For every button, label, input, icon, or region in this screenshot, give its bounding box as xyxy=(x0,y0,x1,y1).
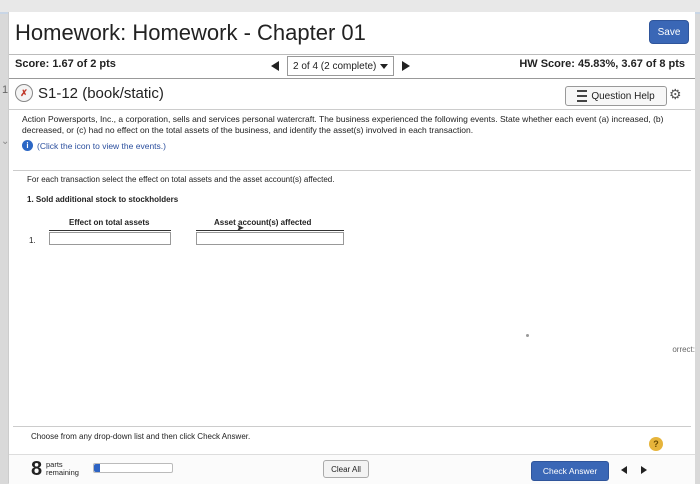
view-events-link[interactable]: i (Click the icon to view the events.) xyxy=(22,140,166,151)
footer-bar: 8 parts remaining Clear All Check Answer xyxy=(9,454,695,484)
pager-text: 2 of 4 (2 complete) xyxy=(293,60,377,72)
choose-instruction: Choose from any drop-down list and then … xyxy=(31,432,251,441)
instruction-text: For each transaction select the effect o… xyxy=(27,175,335,184)
divider xyxy=(13,170,691,171)
gear-icon[interactable]: ⚙ xyxy=(669,86,682,103)
next-part-icon[interactable] xyxy=(641,466,647,474)
question-id: S1-12 (book/static) xyxy=(38,84,164,102)
row-number: 1. xyxy=(29,236,36,245)
page-title: Homework: Homework - Chapter 01 xyxy=(15,20,366,45)
column-underline xyxy=(196,230,344,231)
score-label: Score: xyxy=(15,58,50,70)
hw-score-value: 45.83%, 3.67 of 8 pts xyxy=(578,58,685,70)
score-value: 1.67 of 2 pts xyxy=(52,58,116,70)
divider xyxy=(9,109,695,110)
question-pager: 2 of 4 (2 complete) xyxy=(271,56,411,76)
asset-account-dropdown[interactable] xyxy=(196,232,344,245)
side-mark: 1 xyxy=(2,84,9,96)
progress-bar xyxy=(93,463,173,473)
previous-part-icon[interactable] xyxy=(621,466,627,474)
divider xyxy=(9,78,695,79)
hw-score-display: HW Score: 45.83%, 3.67 of 8 pts xyxy=(519,58,685,70)
column-underline xyxy=(49,230,171,231)
question-description: Action Powersports, Inc., a corporation,… xyxy=(22,114,664,135)
parts-label: parts remaining xyxy=(46,461,79,477)
transaction-text: 1. Sold additional stock to stockholders xyxy=(27,195,179,204)
question-selector[interactable]: 2 of 4 (2 complete) xyxy=(287,56,395,76)
chevron-down-icon xyxy=(380,63,389,69)
divider xyxy=(13,426,691,427)
column-header-effect: Effect on total assets xyxy=(69,218,150,227)
check-answer-button[interactable]: Check Answer xyxy=(531,461,609,481)
partial-credit-icon: ✗ xyxy=(15,84,33,102)
column-header-account: Asset account(s) affected xyxy=(214,218,312,227)
score-display: Score: 1.67 of 2 pts xyxy=(15,58,116,70)
progress-fill xyxy=(94,464,101,472)
side-status-text: orrect: xyxy=(672,345,695,354)
homework-panel: Homework: Homework - Chapter 01 Save Sco… xyxy=(1,12,695,484)
parts-count: 8 xyxy=(31,458,43,480)
effect-dropdown[interactable] xyxy=(49,232,171,245)
help-icon[interactable]: ? xyxy=(649,437,663,451)
next-question-icon[interactable] xyxy=(402,61,411,71)
question-help-label: Question Help xyxy=(591,90,655,102)
clear-all-button[interactable]: Clear All xyxy=(323,460,369,478)
chevron-down-icon[interactable]: ⌄ xyxy=(1,136,9,147)
save-button[interactable]: Save xyxy=(649,20,689,44)
parts-label-line2: remaining xyxy=(46,468,79,477)
list-icon xyxy=(577,90,588,102)
question-header: ✗ S1-12 (book/static) xyxy=(15,84,164,102)
divider xyxy=(9,54,695,55)
hw-score-label: HW Score: xyxy=(519,58,575,70)
stray-dot xyxy=(526,334,529,337)
question-help-button[interactable]: Question Help xyxy=(565,86,667,106)
mouse-cursor-icon: ➤ xyxy=(236,223,245,234)
info-text[interactable]: (Click the icon to view the events.) xyxy=(37,141,166,151)
info-icon[interactable]: i xyxy=(22,140,33,151)
previous-question-icon[interactable] xyxy=(271,61,279,71)
